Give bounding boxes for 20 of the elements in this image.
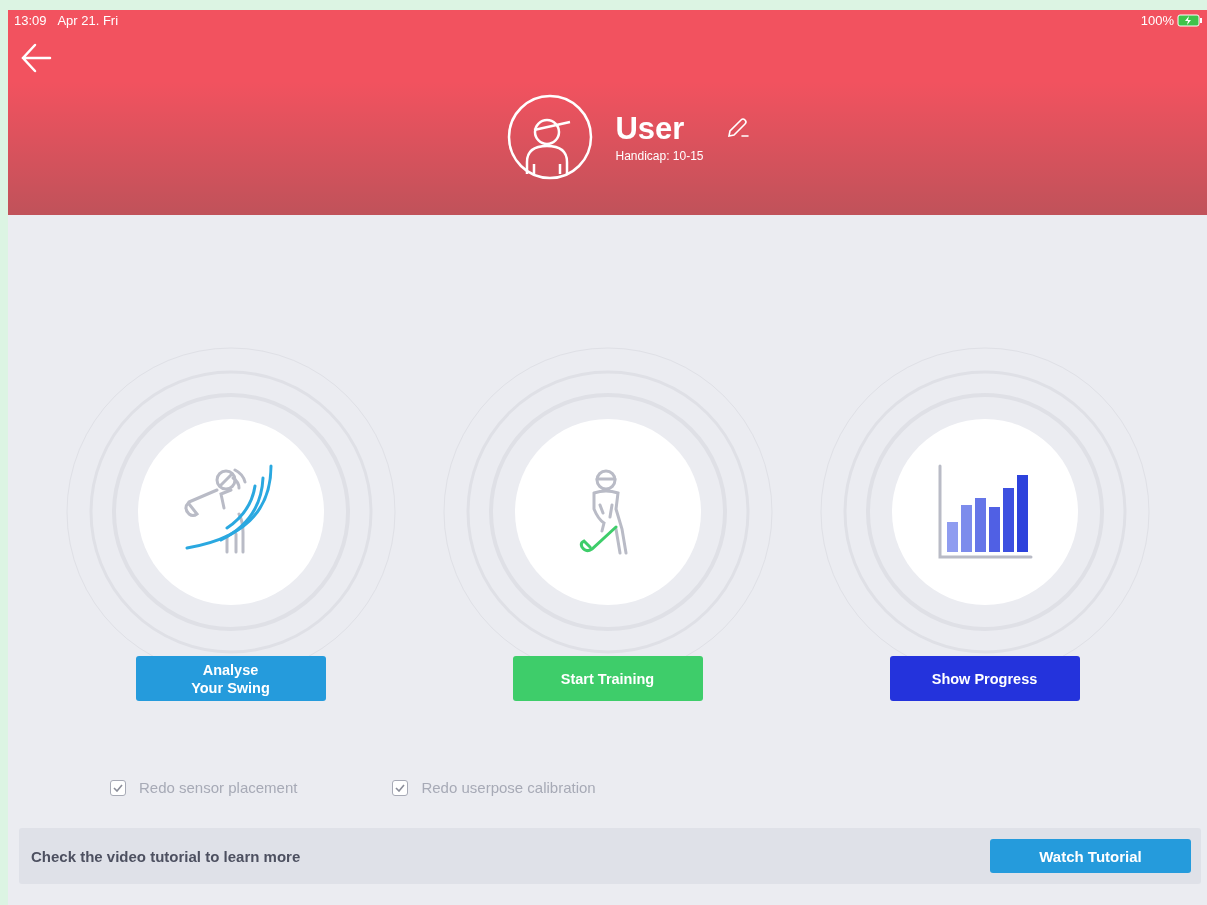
checkmark-icon bbox=[395, 783, 406, 792]
action-button[interactable]: Start Training bbox=[512, 656, 703, 701]
avatar-icon bbox=[507, 94, 594, 180]
checkbox[interactable] bbox=[110, 779, 126, 796]
battery-percentage: 100% bbox=[1140, 12, 1174, 28]
tutorial-hint: Check the video tutorial to learn more bbox=[31, 847, 301, 865]
status-time-date: 13:09 Apr 21. Fri bbox=[14, 12, 119, 28]
action-button[interactable]: Show Progress bbox=[889, 656, 1080, 701]
edit-button[interactable] bbox=[725, 116, 750, 140]
battery-icon bbox=[1177, 13, 1203, 27]
bar-chart-icon bbox=[936, 464, 1033, 560]
watch-tutorial-button[interactable]: Watch Tutorial bbox=[990, 839, 1191, 873]
handicap-label: Handicap: 10-15 bbox=[615, 149, 704, 163]
checkbox[interactable] bbox=[392, 779, 409, 796]
option-label: Redo sensor placement bbox=[139, 779, 298, 796]
option-label: Redo userpose calibration bbox=[421, 779, 596, 796]
user-name: User bbox=[615, 111, 686, 147]
action-button[interactable]: Analyse Your Swing bbox=[135, 656, 326, 701]
back-button[interactable] bbox=[20, 42, 52, 74]
checkmark-icon bbox=[113, 783, 123, 792]
